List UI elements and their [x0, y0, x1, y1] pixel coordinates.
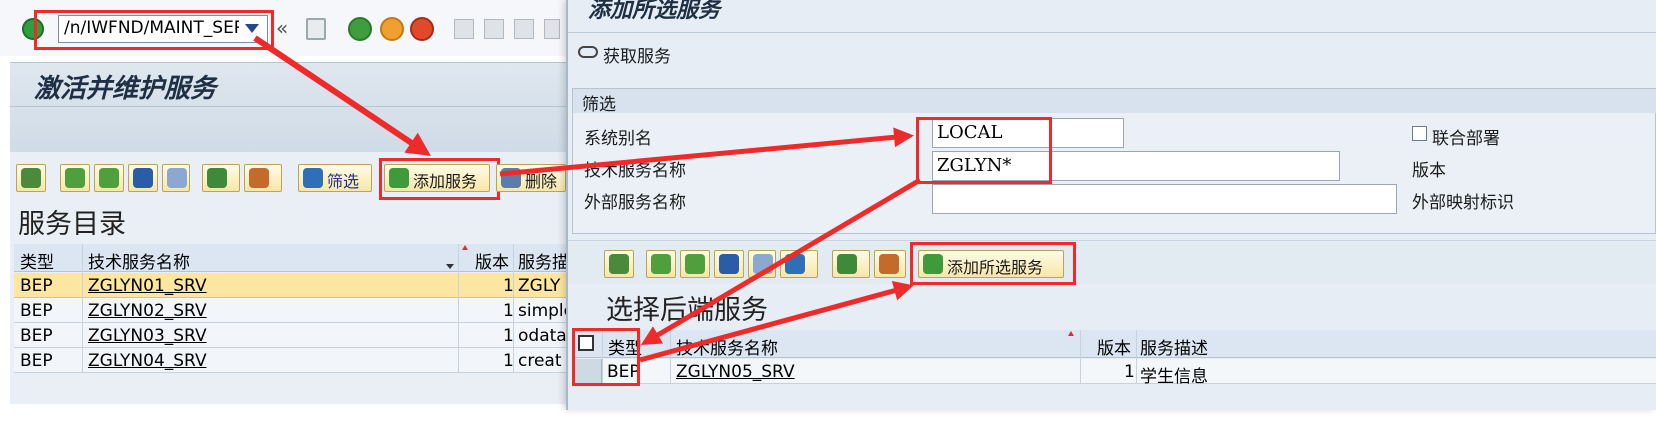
arrow-filter-to-row — [640, 177, 922, 346]
annotation-arrows — [253, 35, 922, 363]
arrow-command-to-add — [253, 35, 431, 157]
arrow-add-to-filter — [499, 127, 914, 177]
